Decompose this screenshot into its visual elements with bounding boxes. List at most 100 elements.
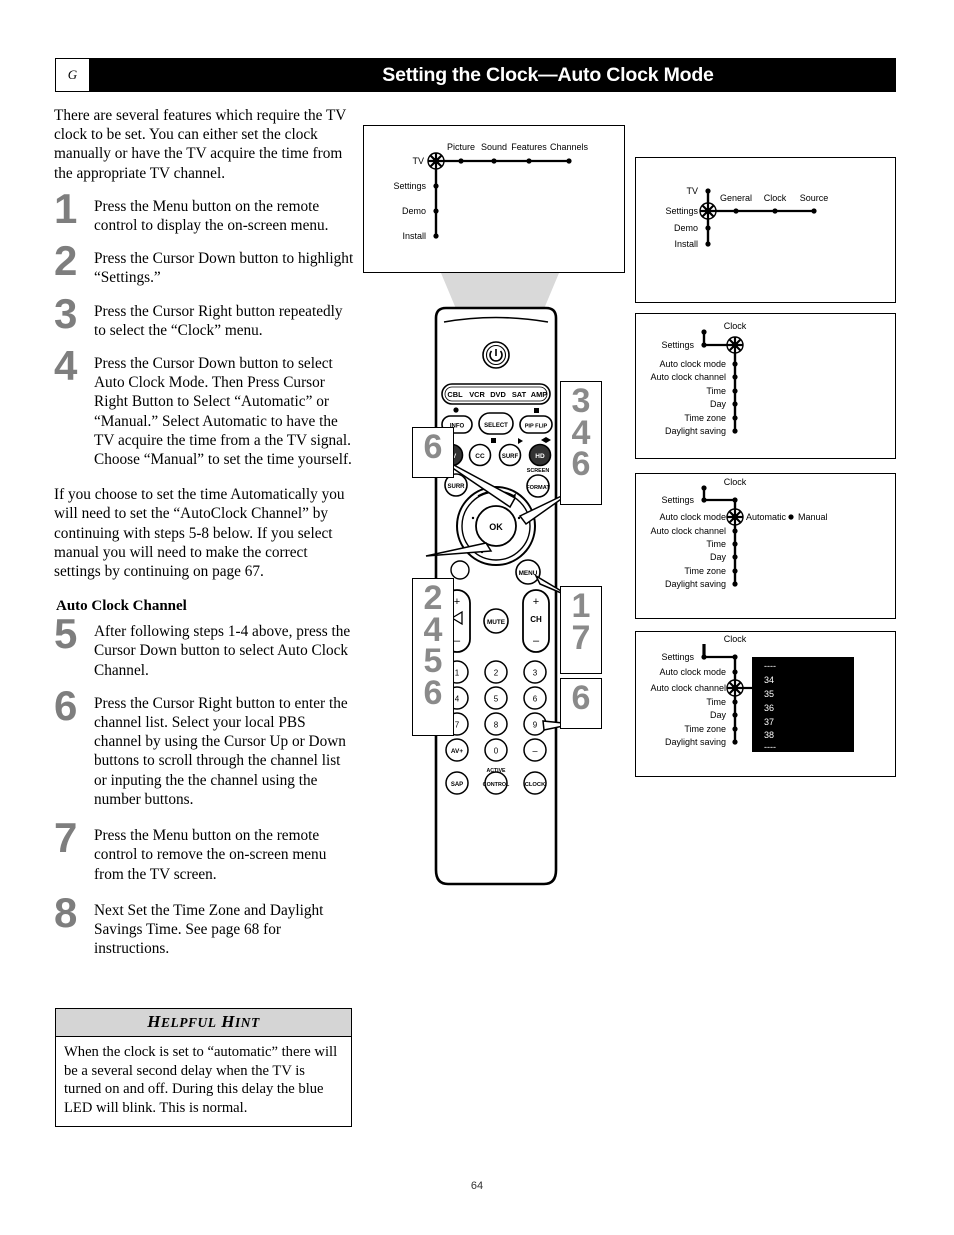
tv-screen-menu-clock: Clock Settings Auto clock mode Auto cloc… bbox=[635, 313, 896, 459]
menu-label-tv: TV bbox=[686, 186, 698, 196]
active-control-button-label: CONTROL bbox=[483, 782, 510, 788]
hd-button-label: HD bbox=[535, 453, 545, 460]
callout-cursor-down: 2 4 5 6 bbox=[412, 578, 454, 736]
select-button-label: SELECT bbox=[484, 423, 508, 429]
menu-label-time: Time bbox=[706, 386, 726, 396]
device-button-amp: AMP bbox=[531, 390, 547, 399]
cc-button-label: CC bbox=[475, 453, 485, 460]
svg-text:6: 6 bbox=[533, 695, 538, 704]
step-item: 8 Next Set the Time Zone and Daylight Sa… bbox=[54, 891, 354, 959]
callout-cursor-right: 3 4 6 bbox=[560, 381, 602, 505]
menu-diagram-tv: TV Settings Demo Install Picture Sound F… bbox=[393, 142, 589, 241]
device-button-vcr: VCR bbox=[469, 390, 485, 399]
step-text: After following steps 1-4 above, press t… bbox=[94, 623, 351, 679]
indicator-square bbox=[534, 408, 539, 413]
device-button-sat: SAT bbox=[512, 390, 527, 399]
page-header: G Setting the Clock—Auto Clock Mode bbox=[55, 58, 896, 92]
step-number: 3 bbox=[54, 289, 78, 337]
step-item: 4 Press the Cursor Down button to select… bbox=[54, 344, 354, 469]
menu-label-settings: Settings bbox=[661, 495, 694, 505]
channel-item: 37 bbox=[764, 717, 774, 727]
svg-text:7: 7 bbox=[455, 721, 460, 730]
channel-up-icon: + bbox=[533, 596, 539, 608]
hint-title-h1: H bbox=[147, 1012, 161, 1031]
cursor-down-dot bbox=[480, 550, 484, 554]
callout-number: 6 bbox=[571, 445, 591, 484]
aux-button bbox=[450, 560, 470, 580]
screen-format-button-label: FORMAT bbox=[526, 485, 550, 491]
intro-paragraph: There are several features which require… bbox=[54, 107, 347, 182]
menu-label-settings: Settings bbox=[665, 206, 698, 216]
channel-down-icon: – bbox=[533, 635, 540, 647]
hint-title-elpful: ELPFUL bbox=[161, 1015, 217, 1030]
menu-diagram-settings: TV Settings Demo Install General Clock S… bbox=[665, 186, 828, 249]
menu-label-auto-clock-channel: Auto clock channel bbox=[650, 372, 726, 382]
menu-label-auto-clock-mode: Auto clock mode bbox=[659, 359, 726, 369]
manual-page: G Setting the Clock—Auto Clock Mode Ther… bbox=[0, 0, 954, 1235]
indicator-dot bbox=[453, 407, 459, 413]
step-number: 1 bbox=[54, 184, 78, 232]
menu-label-day: Day bbox=[710, 552, 727, 562]
menu-button-label: MENU bbox=[519, 570, 538, 577]
step-item: 1 Press the Menu button on the remote co… bbox=[54, 187, 354, 235]
helpful-hint-box: HELPFUL HINT When the clock is set to “a… bbox=[55, 1008, 352, 1128]
mute-button-label: MUTE bbox=[487, 619, 506, 626]
menu-label-day: Day bbox=[710, 710, 727, 720]
step-item: 5 After following steps 1-4 above, press… bbox=[54, 613, 354, 680]
step-text: Next Set the Time Zone and Daylight Savi… bbox=[94, 901, 324, 958]
step-number: 6 bbox=[54, 681, 78, 729]
step-number: 7 bbox=[54, 814, 78, 862]
instructions-column: There are several features which require… bbox=[54, 106, 354, 971]
menu-label-time: Time bbox=[706, 697, 726, 707]
step-number: 2 bbox=[54, 237, 78, 285]
svg-text:–: – bbox=[532, 746, 537, 756]
channel-item: ---- bbox=[764, 742, 776, 752]
menu-label-time: Time bbox=[706, 539, 726, 549]
header-bar: Setting the Clock—Auto Clock Mode bbox=[90, 58, 896, 92]
menu-label-daylight-saving: Daylight saving bbox=[665, 579, 726, 589]
menu-label-daylight-saving: Daylight saving bbox=[665, 737, 726, 747]
svg-text:3: 3 bbox=[533, 669, 538, 678]
menu-label-sound: Sound bbox=[481, 142, 507, 152]
step-text: Press the Cursor Down button to select A… bbox=[94, 355, 352, 469]
menu-label-clock: Clock bbox=[724, 634, 747, 644]
tv-screen-menu-auto-clock-channel: Clock Settings Auto clock mode Auto cloc… bbox=[635, 631, 896, 777]
svg-text:8: 8 bbox=[494, 721, 499, 730]
menu-diagram-auto-clock-channel: Clock Settings Auto clock mode Auto cloc… bbox=[650, 634, 854, 752]
callout-cursor-up: 6 bbox=[412, 427, 454, 478]
menu-label-clock: Clock bbox=[724, 477, 747, 487]
menu-label-install: Install bbox=[402, 231, 426, 241]
svg-text:2: 2 bbox=[494, 669, 499, 678]
cursor-left-dot bbox=[471, 516, 475, 520]
step-number: 8 bbox=[54, 888, 78, 936]
step-text: Press the Menu button on the remote cont… bbox=[94, 827, 327, 883]
channel-item: ---- bbox=[764, 661, 776, 671]
svg-text:1: 1 bbox=[455, 669, 460, 678]
menu-diagram-auto-clock-mode: Clock Settings Auto clock mode Automatic… bbox=[650, 477, 827, 589]
menu-label-tv: TV bbox=[412, 156, 424, 166]
channel-label: CH bbox=[530, 615, 542, 624]
menu-label-features: Features bbox=[511, 142, 547, 152]
channel-item: 34 bbox=[764, 675, 774, 685]
svg-text:9: 9 bbox=[533, 721, 538, 730]
pip-flip-button-label: PIP FLIP bbox=[525, 424, 548, 430]
callout-number: 7 bbox=[571, 618, 591, 657]
section-letter-tab: G bbox=[55, 58, 90, 92]
callout-number: 6 bbox=[423, 428, 443, 466]
surf-button-label: SURF bbox=[502, 454, 519, 460]
menu-label-picture: Picture bbox=[447, 142, 475, 152]
menu-label-demo: Demo bbox=[402, 206, 426, 216]
step-number: 4 bbox=[54, 342, 78, 390]
callout-menu: 1 7 bbox=[560, 586, 602, 674]
menu-label-channels: Channels bbox=[550, 142, 589, 152]
stop-icon bbox=[491, 438, 496, 443]
step-item: 6 Press the Cursor Right button to enter… bbox=[54, 684, 354, 809]
menu-label-settings: Settings bbox=[393, 181, 426, 191]
menu-label-clock: Clock bbox=[724, 321, 747, 331]
screen-format-caption: SCREEN bbox=[527, 468, 550, 474]
sap-button-label: SAP bbox=[451, 782, 463, 788]
menu-label-time-zone: Time zone bbox=[684, 566, 726, 576]
volume-up-icon: + bbox=[454, 596, 460, 608]
menu-diagram-clock: Clock Settings Auto clock mode Auto cloc… bbox=[650, 321, 747, 436]
step-text: Press the Cursor Right button repeatedly… bbox=[94, 302, 343, 339]
